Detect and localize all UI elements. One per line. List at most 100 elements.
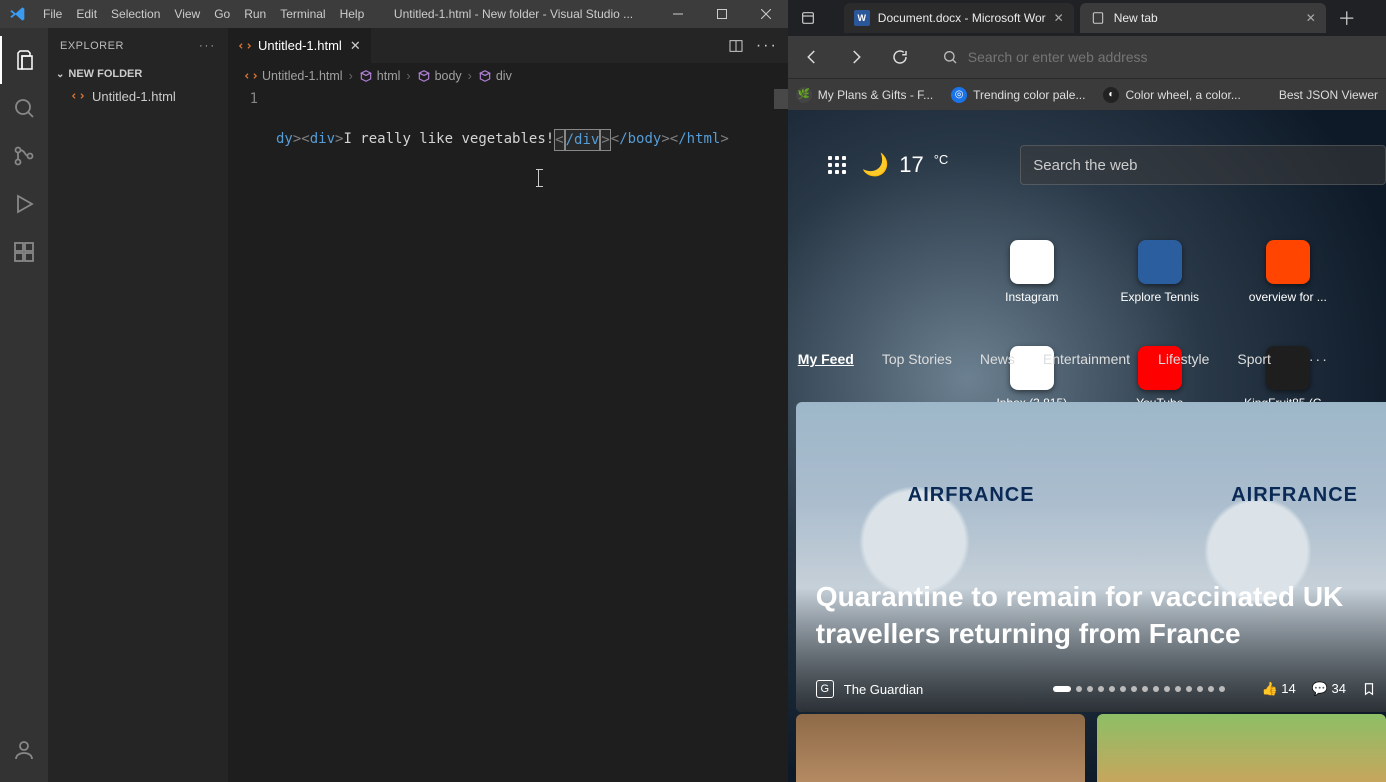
breadcrumbs[interactable]: Untitled-1.html › html › body › div bbox=[228, 63, 788, 89]
quicklink[interactable]: Instagram bbox=[992, 240, 1072, 304]
menu-selection[interactable]: Selection bbox=[104, 7, 167, 21]
browser-tab-newtab[interactable]: New tab ✕ bbox=[1080, 3, 1326, 33]
explorer-more-icon[interactable]: ··· bbox=[199, 40, 216, 52]
quicklink-label: KingFruit8 bbox=[1371, 290, 1386, 304]
close-tab-icon[interactable]: ✕ bbox=[1054, 11, 1064, 25]
quicklink-label: overview for ... bbox=[1243, 290, 1333, 304]
new-tab-button[interactable]: ＋ bbox=[1338, 5, 1356, 31]
refresh-button[interactable] bbox=[886, 43, 914, 71]
menu-terminal[interactable]: Terminal bbox=[273, 7, 332, 21]
menu-edit[interactable]: Edit bbox=[69, 7, 104, 21]
comment-count: 34 bbox=[1332, 681, 1346, 696]
browser-tabbar: W Document.docx - Microsoft Wor ✕ New ta… bbox=[788, 0, 1386, 36]
file-name: Untitled-1.html bbox=[92, 89, 176, 104]
tab-label: Untitled-1.html bbox=[258, 38, 342, 53]
sidebar-file[interactable]: Untitled-1.html bbox=[48, 85, 228, 107]
text-cursor-icon bbox=[538, 169, 539, 187]
explorer-header: EXPLORER bbox=[60, 40, 124, 52]
line-number: 1 bbox=[228, 89, 276, 782]
favicon-icon: ◐ bbox=[1103, 87, 1119, 103]
news-card[interactable]: AIRFRANCE AIRFRANCE Quarantine to remain… bbox=[796, 402, 1386, 712]
carousel-dots[interactable] bbox=[1053, 686, 1225, 692]
menu-run[interactable]: Run bbox=[237, 7, 273, 21]
extensions-icon[interactable] bbox=[0, 228, 48, 276]
search-icon[interactable] bbox=[0, 84, 48, 132]
bookmark-item[interactable]: ◐Color wheel, a color... bbox=[1103, 87, 1240, 103]
address-input[interactable] bbox=[968, 49, 1364, 65]
symbol-icon bbox=[359, 69, 373, 83]
close-tab-icon[interactable]: ✕ bbox=[1306, 11, 1316, 25]
feed-tabs: My Feed Top Stories News Entertainment Lifes… bbox=[788, 341, 1386, 377]
sidebar-folder[interactable]: ⌄ NEW FOLDER bbox=[48, 63, 228, 85]
bookmark-item[interactable]: 🌿My Plans & Gifts - F... bbox=[796, 87, 933, 103]
weather-widget[interactable]: 🌙 17°C bbox=[862, 152, 948, 178]
code-token: dy bbox=[276, 129, 293, 151]
close-button[interactable] bbox=[744, 0, 788, 28]
quicklink[interactable]: Explore Tennis bbox=[1120, 240, 1200, 304]
feed-more-icon[interactable]: ··· bbox=[1309, 351, 1329, 367]
address-bar[interactable] bbox=[930, 41, 1376, 73]
comment-button[interactable]: 💬 34 bbox=[1312, 681, 1346, 697]
code-token: /body bbox=[619, 129, 661, 151]
search-web-input[interactable]: Search the web bbox=[1020, 145, 1386, 185]
apps-grid-icon[interactable] bbox=[828, 156, 846, 174]
menu-view[interactable]: View bbox=[167, 7, 207, 21]
quicklink[interactable]: overview for ... bbox=[1248, 240, 1328, 304]
html-file-icon bbox=[238, 39, 252, 53]
minimize-button[interactable] bbox=[656, 0, 700, 28]
plane-brand: AIRFRANCE bbox=[908, 484, 1035, 507]
favicon-icon: 🌿 bbox=[796, 87, 812, 103]
menu-help[interactable]: Help bbox=[333, 7, 372, 21]
close-tab-icon[interactable]: ✕ bbox=[350, 38, 361, 54]
code-editor[interactable]: dy><div>I really like vegetables!</div><… bbox=[276, 89, 774, 782]
editor-tab[interactable]: Untitled-1.html ✕ bbox=[228, 28, 372, 63]
code-token: div bbox=[310, 129, 335, 151]
html-file-icon bbox=[244, 69, 258, 83]
symbol-icon bbox=[478, 69, 492, 83]
menu-go[interactable]: Go bbox=[207, 7, 237, 21]
word-icon: W bbox=[854, 10, 870, 26]
forward-button[interactable] bbox=[842, 43, 870, 71]
chevron-down-icon: ⌄ bbox=[56, 69, 64, 80]
quicklink[interactable]: KingFruit8 bbox=[1376, 240, 1386, 304]
vscode-logo-icon bbox=[8, 5, 26, 23]
code-text: I really like vegetables! bbox=[343, 129, 554, 151]
symbol-icon bbox=[417, 69, 431, 83]
feed-tab[interactable]: Sport bbox=[1237, 351, 1270, 367]
tab-label: New tab bbox=[1114, 11, 1158, 25]
like-button[interactable]: 👍 14 bbox=[1261, 681, 1295, 697]
tab-actions-icon[interactable] bbox=[794, 10, 822, 26]
news-card-small[interactable] bbox=[1097, 714, 1386, 782]
quicklink-label: Instagram bbox=[987, 290, 1077, 304]
quicklink-label: Explore Tennis bbox=[1115, 290, 1205, 304]
activity-bar bbox=[0, 28, 48, 782]
sidebar: EXPLORER ··· ⌄ NEW FOLDER Untitled-1.htm… bbox=[48, 28, 228, 782]
split-editor-icon[interactable] bbox=[728, 38, 744, 54]
run-debug-icon[interactable] bbox=[0, 180, 48, 228]
window-title: Untitled-1.html - New folder - Visual St… bbox=[371, 7, 656, 21]
bookmark-icon[interactable] bbox=[1362, 681, 1376, 697]
news-card-small[interactable] bbox=[796, 714, 1085, 782]
favicon-icon: ◎ bbox=[951, 87, 967, 103]
explorer-icon[interactable] bbox=[0, 36, 48, 84]
feed-tab[interactable]: Lifestyle bbox=[1158, 351, 1209, 367]
feed-tab[interactable]: News bbox=[980, 351, 1015, 367]
moon-icon: 🌙 bbox=[862, 152, 889, 178]
feed-tab[interactable]: My Feed bbox=[798, 351, 854, 367]
accounts-icon[interactable] bbox=[0, 726, 48, 774]
bookmark-item[interactable]: ◎Trending color pale... bbox=[951, 87, 1085, 103]
menu-file[interactable]: File bbox=[36, 7, 69, 21]
code-token: /div bbox=[565, 129, 601, 151]
browser-tab-word[interactable]: W Document.docx - Microsoft Wor ✕ bbox=[844, 3, 1074, 33]
maximize-button[interactable] bbox=[700, 0, 744, 28]
crumb-file: Untitled-1.html bbox=[262, 69, 343, 83]
minimap[interactable] bbox=[774, 89, 788, 782]
code-token: /html bbox=[678, 129, 720, 151]
back-button[interactable] bbox=[798, 43, 826, 71]
source-control-icon[interactable] bbox=[0, 132, 48, 180]
feed-tab[interactable]: Entertainment bbox=[1043, 351, 1130, 367]
feed-tab[interactable]: Top Stories bbox=[882, 351, 952, 367]
bookmark-item[interactable]: Best JSON Viewer bbox=[1279, 88, 1378, 102]
search-icon bbox=[942, 49, 958, 65]
editor-more-icon[interactable]: ··· bbox=[756, 37, 778, 55]
